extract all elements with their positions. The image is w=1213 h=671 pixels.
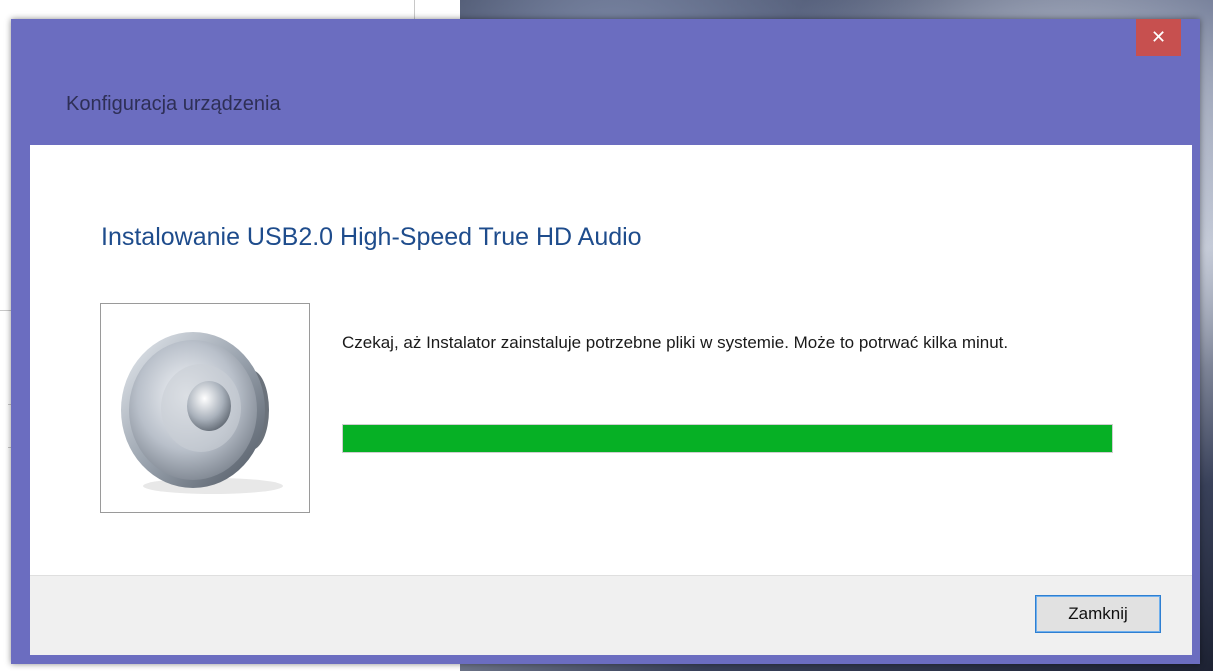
device-setup-dialog: ✕ Konfiguracja urządzenia Instalowanie U… [11, 19, 1200, 664]
speaker-icon [121, 332, 283, 494]
close-icon: ✕ [1150, 26, 1167, 48]
install-heading: Instalowanie USB2.0 High-Speed True HD A… [101, 223, 642, 251]
window-title: Konfiguracja urządzenia [66, 93, 281, 115]
dialog-content: Instalowanie USB2.0 High-Speed True HD A… [30, 145, 1192, 655]
window-close-button[interactable]: ✕ [1136, 19, 1181, 56]
install-progress-bar [342, 424, 1113, 453]
device-icon-frame [100, 303, 310, 513]
dialog-footer: Zamknij [30, 575, 1192, 655]
close-dialog-button[interactable]: Zamknij [1035, 595, 1161, 633]
progress-fill [343, 425, 1112, 452]
install-message: Czekaj, aż Instalator zainstaluje potrze… [342, 333, 1009, 352]
